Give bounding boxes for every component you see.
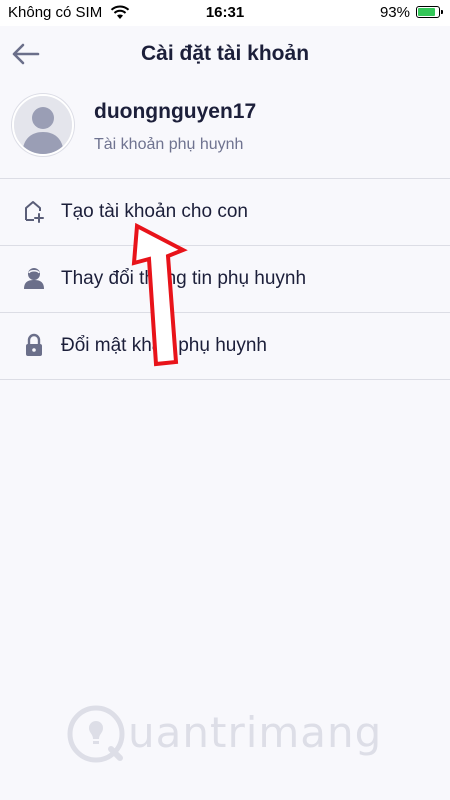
battery-icon bbox=[416, 6, 443, 18]
user-icon bbox=[22, 266, 46, 290]
profile-section: duongnguyen17 Tài khoản phụ huynh bbox=[0, 82, 450, 178]
menu-item-change-parent-password[interactable]: Đổi mật khẩu phụ huynh bbox=[0, 313, 450, 379]
app-header: Cài đặt tài khoản bbox=[0, 26, 450, 82]
menu-item-label: Thay đổi thông tin phụ huynh bbox=[61, 268, 307, 289]
lightbulb-icon bbox=[67, 705, 125, 763]
status-bar: Không có SIM 16:31 93% bbox=[0, 0, 450, 26]
menu-item-label: Tạo tài khoản cho con bbox=[61, 201, 248, 222]
profile-username: duongnguyen17 bbox=[94, 100, 257, 123]
house-add-icon bbox=[22, 199, 46, 223]
avatar bbox=[12, 94, 74, 156]
watermark-text: uantrimang bbox=[128, 708, 383, 757]
user-avatar-icon bbox=[14, 96, 72, 154]
menu-item-create-child-account[interactable]: Tạo tài khoản cho con bbox=[0, 179, 450, 245]
battery-percentage: 93% bbox=[379, 4, 410, 21]
profile-role: Tài khoản phụ huynh bbox=[94, 136, 244, 153]
page-title: Cài đặt tài khoản bbox=[140, 42, 310, 65]
divider bbox=[0, 379, 450, 380]
menu-item-change-parent-info[interactable]: Thay đổi thông tin phụ huynh bbox=[0, 246, 450, 312]
menu-item-label: Đổi mật khẩu phụ huynh bbox=[61, 335, 267, 356]
lock-icon bbox=[22, 333, 46, 357]
watermark: uantrimang bbox=[66, 700, 396, 770]
settings-menu: Tạo tài khoản cho con Thay đổi thông tin… bbox=[0, 178, 450, 380]
